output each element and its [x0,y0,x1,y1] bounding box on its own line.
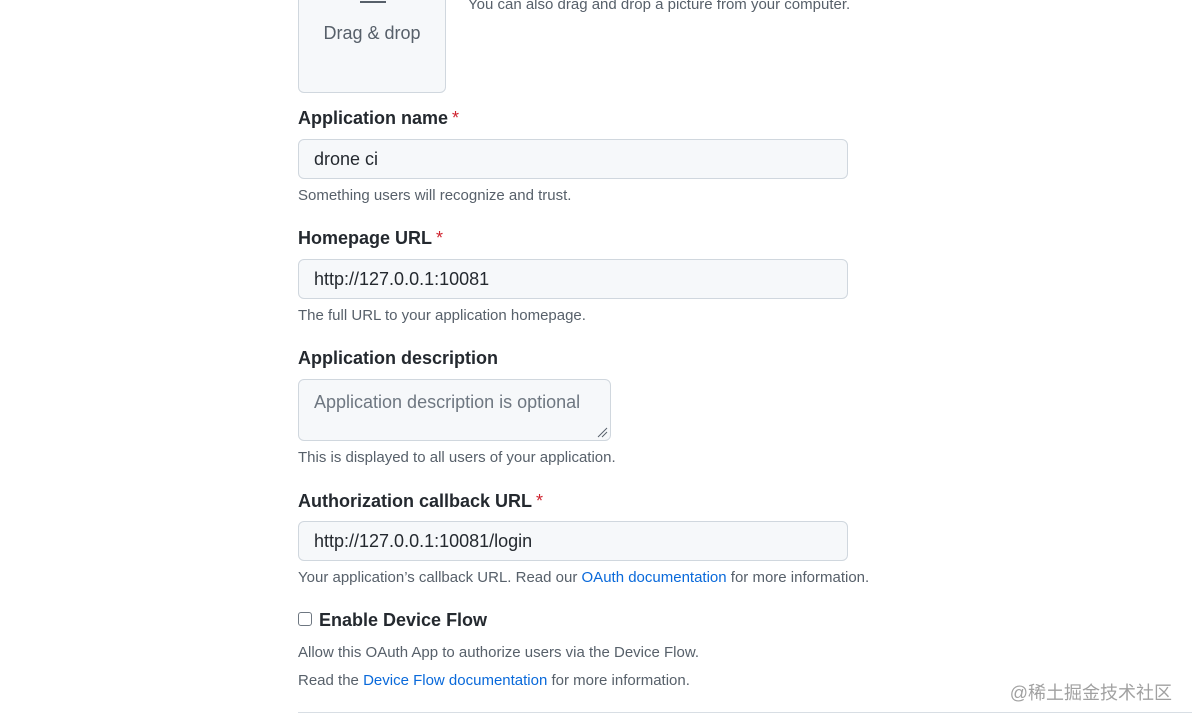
oauth-documentation-link[interactable]: OAuth documentation [582,569,727,586]
drop-label: Drag & drop [323,23,421,43]
homepage-url-label-text: Homepage URL [298,228,433,248]
device-flow-documentation-link[interactable]: Device Flow documentation [363,672,547,689]
application-name-input[interactable] [298,139,848,179]
required-mark: * [436,228,444,248]
device-flow-doc-suffix: for more information. [551,672,690,689]
enable-device-flow-label[interactable]: Enable Device Flow [319,610,487,631]
callback-url-input[interactable] [298,521,848,561]
application-description-textarea[interactable] [298,379,611,441]
callback-url-label: Authorization callback URL * [298,491,543,512]
drop-hint: You can also drag and drop a picture fro… [468,0,851,13]
callback-url-label-text: Authorization callback URL [298,491,533,511]
resize-handle-icon[interactable] [597,427,608,438]
callback-help-suffix: for more information. [730,569,870,586]
section-divider [298,712,1192,713]
upload-icon [360,1,386,3]
oauth-app-form: Drag & drop You can also drag and drop a… [0,0,1192,721]
homepage-url-label: Homepage URL * [298,228,443,249]
required-mark: * [536,491,544,511]
logo-drop-zone[interactable]: Drag & drop [298,0,446,93]
watermark: @稀土掘金技术社区 [1009,683,1172,703]
application-description-help: This is displayed to all users of your a… [298,449,616,466]
application-name-label-text: Application name [298,108,449,128]
application-description-label: Application description [298,348,499,368]
application-name-help: Something users will recognize and trust… [298,187,572,204]
homepage-url-input[interactable] [298,259,848,299]
enable-device-flow-checkbox[interactable] [298,612,312,626]
homepage-url-help: The full URL to your application homepag… [298,307,586,324]
callback-url-help: Your application’s callback URL. Read ou… [298,569,869,586]
device-flow-note: Allow this OAuth App to authorize users … [298,644,700,661]
callback-help-prefix: Your application’s callback URL. Read ou… [298,569,578,586]
required-mark: * [452,108,460,128]
device-flow-doc-prefix: Read the [298,672,359,689]
device-flow-doc-note: Read the Device Flow documentation for m… [298,672,690,689]
application-name-label: Application name * [298,108,459,129]
